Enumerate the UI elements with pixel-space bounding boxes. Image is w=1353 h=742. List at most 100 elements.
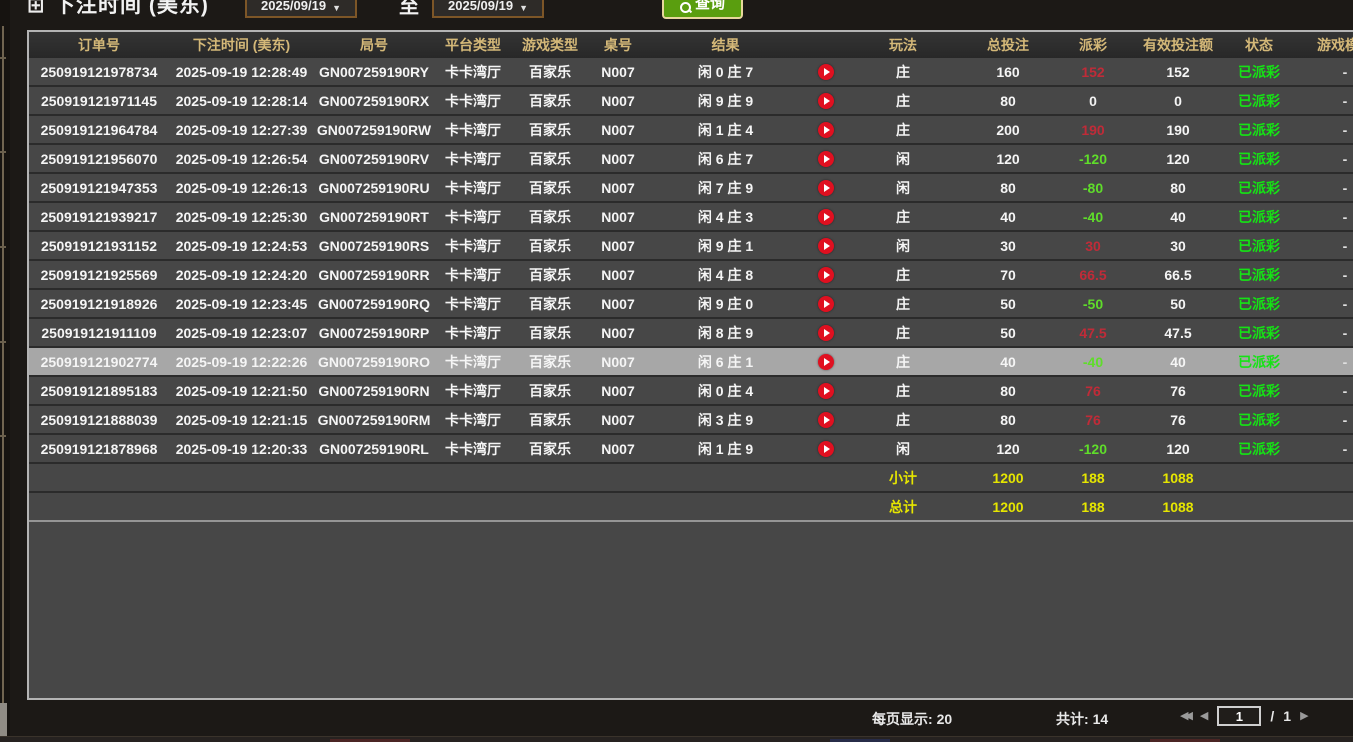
bet-records-table: 订单号下注时间 (美东)局号平台类型游戏类型桌号结果玩法总投注派彩有效投注额状态… bbox=[27, 30, 1353, 700]
cell-order-no: 250919121971145 bbox=[29, 87, 169, 114]
replay-play-icon[interactable] bbox=[818, 122, 834, 138]
page-separator: / bbox=[1270, 708, 1274, 724]
table-row[interactable]: 250919121956070 2025-09-19 12:26:54 GN00… bbox=[29, 143, 1353, 172]
next-page-icon[interactable]: ▶ bbox=[1300, 704, 1308, 728]
cell-round-no: GN007259190RV bbox=[314, 145, 434, 172]
table-row[interactable]: 250919121964784 2025-09-19 12:27:39 GN00… bbox=[29, 114, 1353, 143]
cell-result: 闲 0 庄 7 bbox=[648, 58, 803, 85]
subtotal-payout: 188 bbox=[1058, 464, 1128, 491]
column-header: 有效投注额 bbox=[1128, 32, 1228, 58]
total-payout: 188 bbox=[1058, 493, 1128, 520]
cell-valid-bet: 76 bbox=[1128, 406, 1228, 433]
cell-game-mode: - bbox=[1290, 174, 1353, 201]
cell-valid-bet: 66.5 bbox=[1128, 261, 1228, 288]
cell-payout: 0 bbox=[1058, 87, 1128, 114]
cell-platform-type: 卡卡湾厅 bbox=[434, 435, 512, 462]
cell-valid-bet: 120 bbox=[1128, 435, 1228, 462]
cell-payout: -80 bbox=[1058, 174, 1128, 201]
cell-round-no: GN007259190RM bbox=[314, 406, 434, 433]
table-header-row: 订单号下注时间 (美东)局号平台类型游戏类型桌号结果玩法总投注派彩有效投注额状态… bbox=[29, 32, 1353, 58]
cell-replay bbox=[803, 174, 848, 201]
cell-game-mode: - bbox=[1290, 232, 1353, 259]
table-row[interactable]: 250919121939217 2025-09-19 12:25:30 GN00… bbox=[29, 201, 1353, 230]
table-row[interactable]: 250919121895183 2025-09-19 12:21:50 GN00… bbox=[29, 375, 1353, 404]
replay-play-icon[interactable] bbox=[818, 180, 834, 196]
cell-play-type: 庄 bbox=[848, 348, 958, 375]
cell-game-type: 百家乐 bbox=[512, 58, 588, 85]
cell-round-no: GN007259190RN bbox=[314, 377, 434, 404]
cell-platform-type: 卡卡湾厅 bbox=[434, 348, 512, 375]
cell-status: 已派彩 bbox=[1228, 232, 1290, 259]
page-number-input[interactable] bbox=[1217, 706, 1261, 726]
cell-total-bet: 70 bbox=[958, 261, 1058, 288]
cell-bet-time: 2025-09-19 12:23:45 bbox=[169, 290, 314, 317]
replay-play-icon[interactable] bbox=[818, 296, 834, 312]
cell-replay bbox=[803, 232, 848, 259]
left-edge-tick bbox=[0, 435, 6, 437]
cell-play-type: 闲 bbox=[848, 174, 958, 201]
replay-play-icon[interactable] bbox=[818, 238, 834, 254]
left-edge-tick bbox=[0, 246, 6, 248]
cell-order-no: 250919121911109 bbox=[29, 319, 169, 346]
cell-play-type: 庄 bbox=[848, 377, 958, 404]
prev-page-icon[interactable]: ◀ bbox=[1200, 704, 1208, 728]
column-header: 派彩 bbox=[1058, 32, 1128, 58]
replay-play-icon[interactable] bbox=[818, 93, 834, 109]
cell-game-mode: - bbox=[1290, 87, 1353, 114]
cell-platform-type: 卡卡湾厅 bbox=[434, 116, 512, 143]
table-row[interactable]: 250919121947353 2025-09-19 12:26:13 GN00… bbox=[29, 172, 1353, 201]
replay-play-icon[interactable] bbox=[818, 151, 834, 167]
cell-order-no: 250919121902774 bbox=[29, 348, 169, 375]
cell-game-type: 百家乐 bbox=[512, 261, 588, 288]
cell-order-no: 250919121931152 bbox=[29, 232, 169, 259]
query-button-label: 查询 bbox=[695, 0, 725, 13]
cell-payout: 47.5 bbox=[1058, 319, 1128, 346]
cell-replay bbox=[803, 116, 848, 143]
replay-play-icon[interactable] bbox=[818, 64, 834, 80]
cell-game-mode: - bbox=[1290, 435, 1353, 462]
replay-play-icon[interactable] bbox=[818, 412, 834, 428]
first-page-icon[interactable]: ◀◀ bbox=[1180, 704, 1189, 728]
table-row[interactable]: 250919121888039 2025-09-19 12:21:15 GN00… bbox=[29, 404, 1353, 433]
cell-total-bet: 40 bbox=[958, 203, 1058, 230]
cell-table-no: N007 bbox=[588, 116, 648, 143]
date-to-select[interactable]: 2025/09/19 ▼ bbox=[432, 0, 544, 18]
cell-result: 闲 7 庄 9 bbox=[648, 174, 803, 201]
query-button[interactable]: 查询 bbox=[662, 0, 743, 19]
date-range-to-label: 至 bbox=[399, 0, 419, 19]
replay-play-icon[interactable] bbox=[818, 441, 834, 457]
replay-play-icon[interactable] bbox=[818, 209, 834, 225]
cell-play-type: 闲 bbox=[848, 435, 958, 462]
table-row[interactable]: 250919121878968 2025-09-19 12:20:33 GN00… bbox=[29, 433, 1353, 462]
table-row[interactable]: 250919121971145 2025-09-19 12:28:14 GN00… bbox=[29, 85, 1353, 114]
table-row[interactable]: 250919121931152 2025-09-19 12:24:53 GN00… bbox=[29, 230, 1353, 259]
cell-bet-time: 2025-09-19 12:28:14 bbox=[169, 87, 314, 114]
replay-play-icon[interactable] bbox=[818, 325, 834, 341]
column-header: 平台类型 bbox=[434, 32, 512, 58]
replay-play-icon[interactable] bbox=[818, 267, 834, 283]
cell-round-no: GN007259190RQ bbox=[314, 290, 434, 317]
replay-play-icon[interactable] bbox=[818, 383, 834, 399]
cell-round-no: GN007259190RU bbox=[314, 174, 434, 201]
cell-bet-time: 2025-09-19 12:21:15 bbox=[169, 406, 314, 433]
left-edge-scroll-fragment bbox=[0, 703, 7, 737]
table-row[interactable]: 250919121911109 2025-09-19 12:23:07 GN00… bbox=[29, 317, 1353, 346]
bet-time-filter-label: 下注时间 (美东) bbox=[54, 0, 209, 19]
table-row[interactable]: 250919121902774 2025-09-19 12:22:26 GN00… bbox=[29, 346, 1353, 375]
date-from-select[interactable]: 2025/09/19 ▼ bbox=[245, 0, 357, 18]
cell-play-type: 庄 bbox=[848, 290, 958, 317]
cell-platform-type: 卡卡湾厅 bbox=[434, 232, 512, 259]
cell-result: 闲 9 庄 1 bbox=[648, 232, 803, 259]
cell-result: 闲 4 庄 8 bbox=[648, 261, 803, 288]
cell-game-mode: - bbox=[1290, 348, 1353, 375]
cell-payout: 30 bbox=[1058, 232, 1128, 259]
table-row[interactable]: 250919121925569 2025-09-19 12:24:20 GN00… bbox=[29, 259, 1353, 288]
replay-play-icon[interactable] bbox=[818, 354, 834, 370]
table-row[interactable]: 250919121978734 2025-09-19 12:28:49 GN00… bbox=[29, 58, 1353, 85]
cell-platform-type: 卡卡湾厅 bbox=[434, 174, 512, 201]
table-row[interactable]: 250919121918926 2025-09-19 12:23:45 GN00… bbox=[29, 288, 1353, 317]
cell-table-no: N007 bbox=[588, 319, 648, 346]
cell-replay bbox=[803, 406, 848, 433]
cell-total-bet: 80 bbox=[958, 174, 1058, 201]
cell-platform-type: 卡卡湾厅 bbox=[434, 87, 512, 114]
